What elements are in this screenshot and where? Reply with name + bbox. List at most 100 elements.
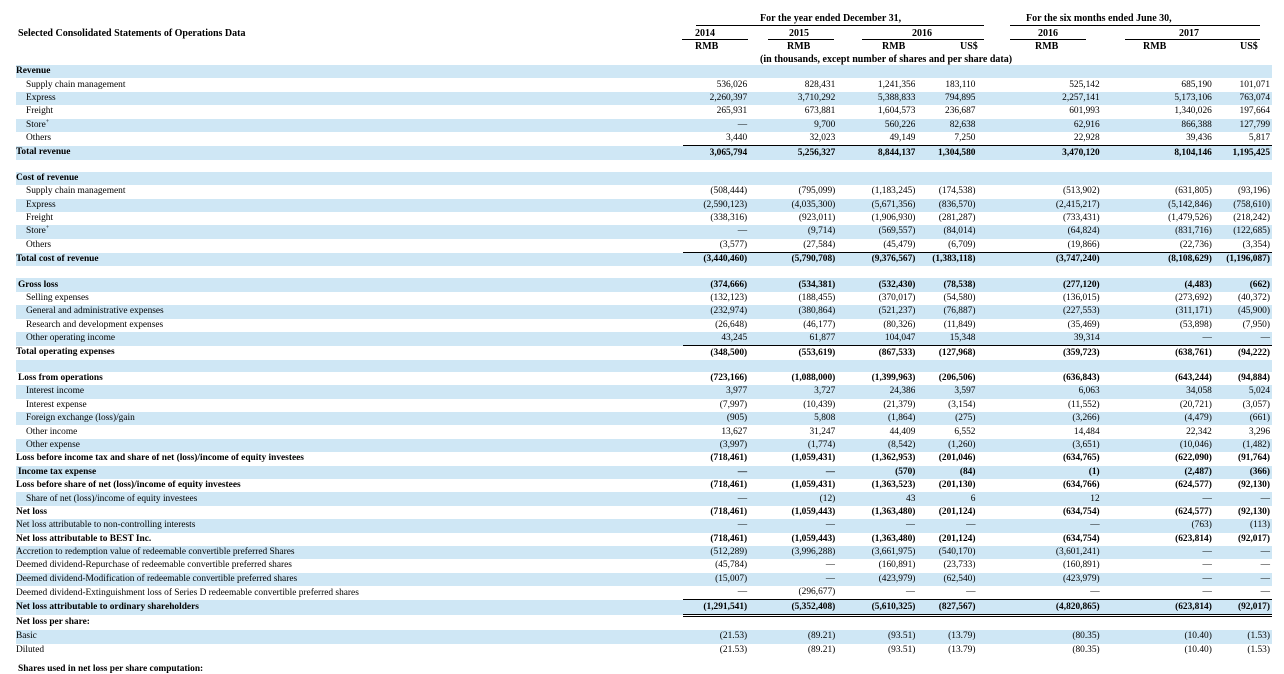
row-label: Deemed dividend-Repurchase of redeemable… [16, 559, 683, 572]
value-cell: 82,638 [915, 118, 978, 132]
value-cell: (634,754) [1062, 533, 1100, 544]
footnote-marker: + [45, 225, 50, 232]
value-cell: 685,190 [1181, 79, 1212, 90]
row-label: Total revenue [16, 145, 684, 160]
value-cell: 3,710,292 [749, 91, 836, 106]
value-cell: (201,130) [938, 480, 976, 491]
value-cell: (4,035,300) [749, 198, 836, 212]
value-cell: (127,968) [915, 345, 978, 360]
currency-header: RMB [882, 41, 906, 52]
value-cell: (5,610,325) [835, 599, 916, 617]
row-label: Express [16, 198, 684, 212]
value-cell: (277,120) [977, 278, 1100, 292]
value-cell: (13.79) [915, 630, 978, 644]
value-cell: 3,065,794 [683, 145, 750, 160]
row-label: Other income [16, 425, 683, 438]
row-label-text: Net loss attributable to BEST Inc. [16, 533, 152, 544]
table-row: Selling expenses (132,123) (188,455) (370,0… [16, 292, 1272, 305]
value-cell: (136,015) [1062, 293, 1100, 304]
row-label-text: Total operating expenses [16, 347, 115, 358]
statement-table: Revenue Supply chain management 536,026 828… [16, 65, 1272, 657]
value-cell: (92,017) [1237, 533, 1270, 544]
value-cell: (15,007) [683, 572, 750, 587]
value-cell: (513,902) [1062, 186, 1100, 197]
table-row: Other operating income 43,245 61,877 104,04… [16, 332, 1272, 346]
value-cell: (380,864) [749, 305, 836, 319]
value-cell [749, 171, 836, 186]
value-cell: (113) [1211, 519, 1272, 533]
value-cell: 43 [835, 492, 916, 506]
col-rule-h2016 [1010, 39, 1086, 40]
value-cell [1099, 359, 1212, 372]
table-row: Others (3,577) (27,584) (45,479) (6,709) (19,… [16, 239, 1272, 253]
footnote-marker: + [45, 118, 50, 125]
value-cell: (661) [1211, 411, 1272, 426]
value-cell: (634,766) [1062, 480, 1100, 491]
value-cell: (867,533) [835, 345, 916, 360]
value-cell: (662) [1211, 278, 1272, 292]
value-cell: (62,540) [915, 572, 978, 587]
value-cell: — [915, 519, 978, 533]
row-label-text: Research and development expenses [26, 319, 164, 330]
row-label-text: General and administrative expenses [26, 306, 164, 317]
value-cell: (11,849) [943, 319, 976, 330]
row-label: Others [16, 239, 683, 253]
value-cell: 22,928 [1073, 133, 1100, 144]
row-label: Cost of revenue [16, 171, 684, 186]
value-cell: 3,440 [726, 133, 748, 144]
row-label: Gross loss [16, 278, 684, 292]
value-cell: 15,348 [915, 332, 978, 346]
value-cell: (3,440,460) [683, 252, 750, 267]
col-rule-2014 [682, 39, 748, 40]
value-cell: (623,814) [1175, 533, 1212, 544]
value-cell [835, 359, 916, 372]
value-cell [683, 65, 750, 79]
value-cell: (623,814) [1099, 599, 1212, 617]
year-header-2014: 2014 [695, 28, 715, 39]
row-label: Net loss attributable to ordinary shareh… [16, 599, 684, 616]
row-label: Net loss attributable to BEST Inc. [16, 533, 683, 546]
value-cell: 794,895 [915, 91, 978, 106]
row-label-text: Other operating income [26, 333, 116, 344]
value-cell [835, 615, 915, 630]
table-row: Total operating expenses (348,500) (553,61… [16, 345, 1272, 360]
value-cell: 265,931 [716, 106, 748, 117]
row-label-text: Basic [16, 631, 37, 642]
row-label [16, 266, 683, 278]
row-label-text: Freight [26, 213, 54, 224]
table-row: Store+ — (9,714) (569,557) (84,014) (64,824)(… [16, 225, 1272, 239]
row-label: Total cost of revenue [16, 252, 684, 267]
value-cell: (78,538) [915, 278, 978, 292]
row-label-text: Supply chain management [26, 79, 126, 90]
value-cell: (624,577) [1175, 506, 1212, 517]
value-cell: (3,154) [948, 399, 976, 410]
row-label-text: Net loss [16, 506, 47, 517]
value-cell: 5,817 [1248, 133, 1270, 144]
value-cell: — [1202, 587, 1212, 598]
col-rule-h2017 [1125, 39, 1260, 40]
value-cell: (160,891) [1062, 560, 1100, 571]
value-cell [1211, 65, 1272, 79]
value-cell: (4,820,865) [977, 599, 1100, 617]
value-cell: (35,469) [1067, 319, 1100, 330]
value-cell: (370,017) [878, 293, 916, 304]
value-cell: (1,383,118) [915, 252, 978, 267]
row-label-text: Deemed dividend-Repurchase of redeemable… [16, 560, 292, 571]
value-cell: (22,736) [1179, 239, 1212, 250]
value-cell: (281,287) [938, 213, 976, 224]
value-cell: (273,692) [1175, 293, 1212, 304]
row-label: Income tax expense [16, 465, 684, 479]
value-cell: (45,479) [883, 239, 916, 250]
row-label-text: Net loss attributable to non-controlling… [16, 520, 196, 531]
value-cell: 13,627 [721, 426, 748, 437]
value-cell [1100, 266, 1212, 278]
row-label: Express [16, 91, 684, 106]
row-label-text: Foreign exchange (loss)/gain [26, 413, 135, 424]
value-cell [749, 266, 835, 278]
section-title: Selected Consolidated Statements of Oper… [18, 28, 246, 39]
value-cell: (718,461) [710, 480, 748, 491]
row-label: Selling expenses [16, 292, 683, 305]
table-row: Loss before share of net (loss)/income o… [16, 479, 1272, 492]
value-cell [1211, 171, 1272, 186]
value-cell [683, 615, 749, 630]
